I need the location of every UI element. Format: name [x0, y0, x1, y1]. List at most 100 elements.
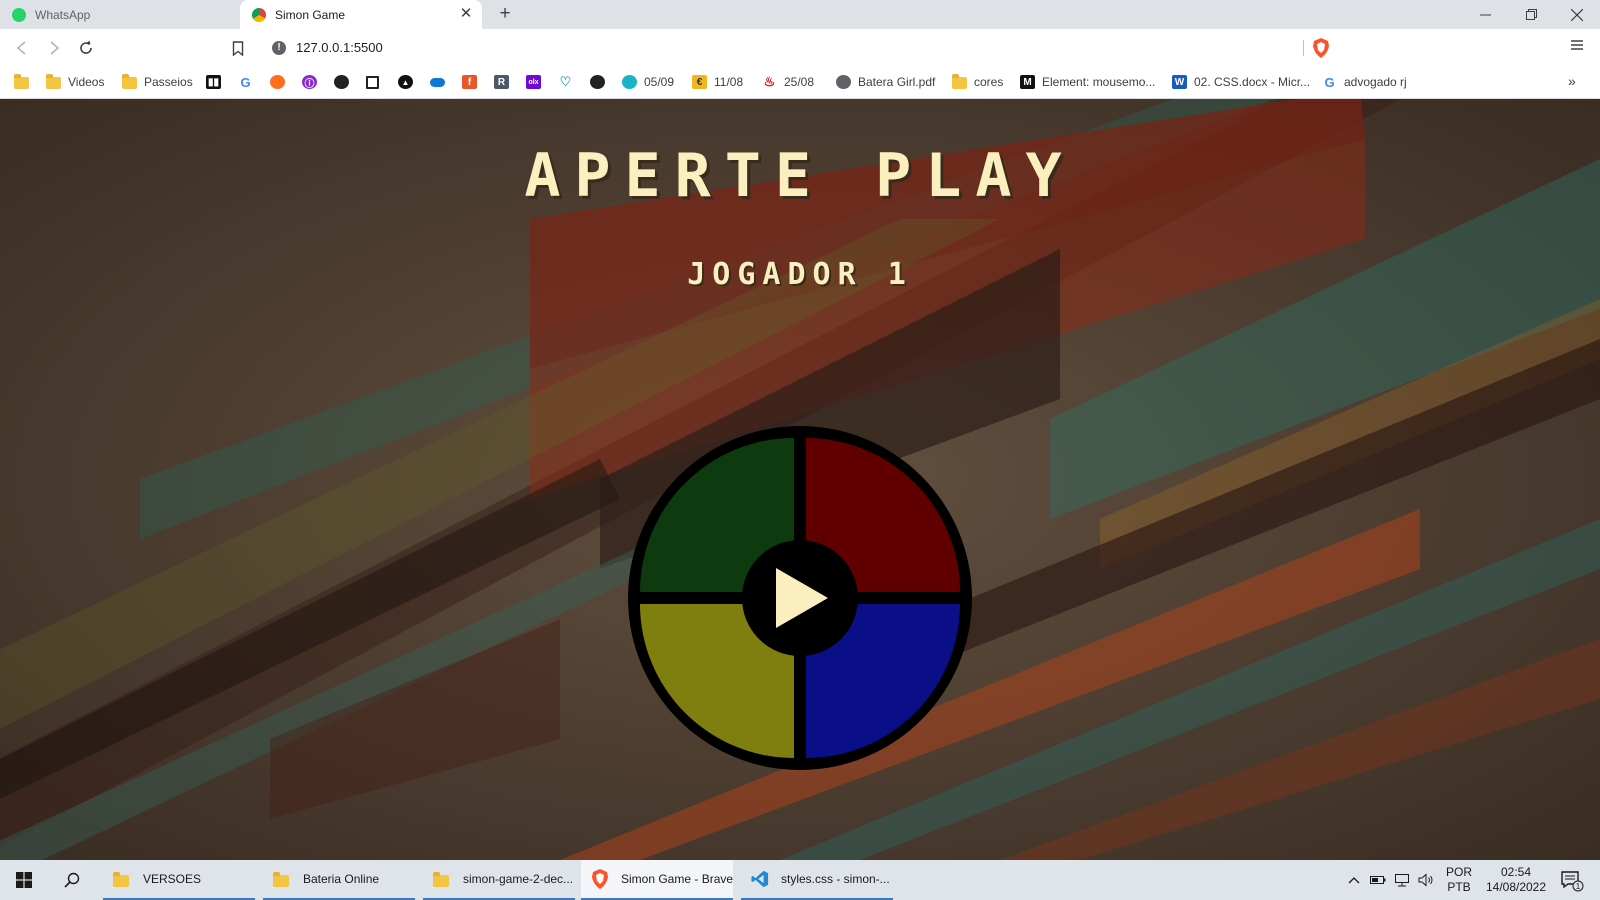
- bookmark-onedrive[interactable]: [430, 72, 445, 92]
- bookmark-heart[interactable]: ♡: [558, 72, 573, 92]
- bookmark-page-button[interactable]: [226, 36, 250, 60]
- yellow-badge-icon: €: [692, 75, 707, 89]
- network-tray[interactable]: [1394, 860, 1410, 900]
- back-arrow-icon: [16, 41, 26, 55]
- bookmark-element-mousemove[interactable]: M Element: mousemo...: [1020, 72, 1155, 92]
- folder-icon: [14, 74, 29, 89]
- start-button[interactable]: [0, 860, 48, 900]
- folder-icon: [122, 74, 137, 89]
- more-bookmarks-chevron-icon[interactable]: »: [1568, 73, 1576, 89]
- bookmark-icon: [232, 40, 244, 56]
- menu-button[interactable]: [1566, 38, 1588, 58]
- brave-icon: [592, 869, 608, 889]
- taskbar-app-label: styles.css - simon-...: [781, 872, 890, 886]
- word-icon: W: [1172, 75, 1187, 89]
- volume-tray[interactable]: [1418, 860, 1434, 900]
- bookmark-videos[interactable]: Videos: [46, 72, 104, 92]
- address-bar[interactable]: ! 127.0.0.1:5500: [262, 34, 1308, 61]
- forward-arrow-icon: [50, 41, 60, 55]
- bookmark-batera-girl[interactable]: Batera Girl.pdf: [836, 72, 935, 92]
- bookmark-label: cores: [974, 75, 1004, 89]
- bookmark-passeios[interactable]: Passeios: [122, 72, 193, 92]
- clock-date: 14/08/2022: [1485, 880, 1547, 894]
- tab-simon-game[interactable]: Simon Game ✕: [240, 0, 482, 29]
- clock-time: 02:54: [1500, 865, 1532, 879]
- github-icon: [334, 75, 349, 89]
- bookmark-2508[interactable]: ♨ 25/08: [762, 72, 814, 92]
- bookmark-cores[interactable]: cores: [952, 72, 1003, 92]
- speaker-icon: [1418, 873, 1433, 887]
- game-title: APERTE PLAY: [524, 141, 1076, 211]
- taskbar-app-versoes[interactable]: VERSOES: [103, 860, 255, 900]
- tab-title: WhatsApp: [35, 7, 91, 22]
- windows-logo-icon: [16, 872, 32, 888]
- bookmarks-bar: Videos Passeios ▮▮ G ⓘ ▲ f R olx ♡ 05/09…: [0, 66, 1600, 99]
- taskbar-app-label: VERSOES: [143, 872, 202, 886]
- bookmark-square[interactable]: [366, 72, 379, 92]
- onedrive-icon: [430, 77, 445, 87]
- bookmark-f[interactable]: f: [462, 72, 477, 92]
- forward-button[interactable]: [42, 36, 66, 60]
- browser-tab-strip: WhatsApp Simon Game ✕ +: [0, 0, 1600, 29]
- bookmark-github-2[interactable]: [590, 72, 605, 92]
- notification-count: 1: [1576, 882, 1581, 891]
- bookmark-label: Videos: [68, 75, 105, 89]
- notification-center-icon[interactable]: 1: [1560, 870, 1584, 892]
- show-hidden-icons-button[interactable]: [1348, 860, 1360, 900]
- purple-circle-icon: ⓘ: [302, 75, 317, 90]
- orange-f-icon: f: [462, 75, 477, 89]
- restore-icon: [1525, 9, 1537, 20]
- bookmark-label: Batera Girl.pdf: [858, 75, 936, 89]
- hamburger-menu-icon: [1571, 40, 1583, 50]
- taskbar-app-vscode[interactable]: styles.css - simon-...: [741, 860, 893, 900]
- minimize-button[interactable]: [1462, 0, 1508, 29]
- info-icon[interactable]: !: [272, 40, 286, 55]
- brave-shield-icon[interactable]: [1312, 38, 1330, 58]
- windows-taskbar: VERSOES Bateria Online simon-game-2-dec.…: [0, 860, 1600, 900]
- battery-tray[interactable]: [1370, 860, 1386, 900]
- triangle-icon: ▲: [398, 75, 413, 89]
- browser-toolbar: ! 127.0.0.1:5500: [0, 29, 1600, 66]
- close-tab-icon[interactable]: ✕: [458, 6, 474, 22]
- bookmark-github[interactable]: [334, 72, 349, 92]
- taskbar-app-brave[interactable]: Simon Game - Brave: [581, 860, 733, 900]
- folder-icon: [46, 74, 61, 89]
- game-page: APERTE PLAY JOGADOR 1: [0, 99, 1600, 860]
- restore-button[interactable]: [1508, 0, 1554, 29]
- bookmark-1108[interactable]: €11/08: [692, 72, 743, 92]
- bookmark-purple[interactable]: ⓘ: [302, 72, 317, 92]
- bookmark-triangle[interactable]: ▲: [398, 72, 413, 92]
- close-window-button[interactable]: [1554, 0, 1600, 29]
- taskbar-app-simon-game-folder[interactable]: simon-game-2-dec...: [423, 860, 575, 900]
- clock[interactable]: 02:54 14/08/2022: [1480, 865, 1552, 895]
- keyboard-layout: PTB: [1447, 880, 1471, 894]
- back-button[interactable]: [10, 36, 34, 60]
- tab-whatsapp[interactable]: WhatsApp: [0, 0, 240, 29]
- input-language-indicator[interactable]: POR PTB: [1442, 865, 1476, 895]
- new-tab-button[interactable]: +: [494, 4, 516, 26]
- bookmark-trello[interactable]: ▮▮: [206, 72, 221, 92]
- bookmark-label: Passeios: [144, 75, 193, 89]
- santander-icon: ♨: [763, 74, 776, 89]
- bookmark-google[interactable]: G: [238, 72, 253, 92]
- mdn-icon: M: [1020, 75, 1035, 89]
- taskbar-app-label: simon-game-2-dec...: [463, 872, 574, 886]
- bookmark-0509[interactable]: 05/09: [622, 72, 674, 92]
- search-button[interactable]: [48, 860, 96, 900]
- taskbar-app-label: Simon Game - Brave: [621, 872, 733, 886]
- bookmark-olx[interactable]: olx: [526, 72, 541, 92]
- bookmark-css-docx[interactable]: W 02. CSS.docx - Micr...: [1172, 72, 1310, 92]
- folder-icon: [433, 869, 451, 889]
- reload-button[interactable]: [74, 36, 98, 60]
- bookmark-folder[interactable]: [14, 72, 29, 92]
- taskbar-app-bateria-online[interactable]: Bateria Online: [263, 860, 415, 900]
- google-icon: G: [1324, 74, 1335, 90]
- bookmark-advogado-rj[interactable]: Gadvogado rj: [1322, 72, 1406, 92]
- bookmark-sun[interactable]: [270, 72, 285, 92]
- address-text[interactable]: 127.0.0.1:5500: [296, 40, 383, 55]
- close-icon: [1571, 8, 1583, 21]
- folder-icon: [952, 74, 967, 89]
- minimize-icon: [1479, 14, 1491, 16]
- bookmark-label: 25/08: [784, 75, 815, 89]
- bookmark-r[interactable]: R: [494, 72, 509, 92]
